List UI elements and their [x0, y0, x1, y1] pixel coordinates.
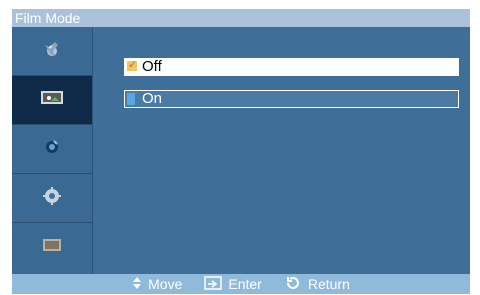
option-off[interactable]: Off [124, 57, 459, 76]
sidebar-item-sound[interactable] [12, 125, 92, 174]
content-panel: Off On [93, 27, 470, 274]
move-icon [132, 276, 142, 292]
option-on[interactable]: On [124, 90, 459, 108]
sidebar-item-setup[interactable] [12, 174, 92, 223]
multi-control-icon [41, 236, 63, 259]
move-label: Move [148, 276, 183, 292]
move-hint: Move [132, 276, 182, 292]
enter-label: Enter [228, 276, 262, 292]
option-label: Off [142, 58, 162, 75]
enter-icon [204, 275, 223, 293]
return-label: Return [307, 276, 350, 292]
navigation-hints: Move Enter Return [12, 274, 470, 294]
enter-hint: Enter [204, 275, 262, 293]
checkmark-icon [127, 57, 137, 73]
sidebar-item-picture[interactable] [12, 76, 92, 125]
setup-icon [42, 186, 62, 211]
selection-bar-icon [127, 93, 135, 105]
input-icon [41, 38, 63, 65]
sound-icon [43, 138, 61, 161]
window-title: Film Mode [12, 9, 470, 27]
return-icon [284, 275, 302, 294]
picture-icon [39, 89, 65, 112]
sidebar-item-input[interactable] [12, 27, 92, 76]
option-label: On [142, 90, 163, 107]
sidebar-item-multi-control[interactable] [12, 223, 92, 271]
sidebar [12, 27, 93, 274]
return-hint: Return [284, 275, 350, 294]
osd-frame: Film Mode ✓ Off On Move Enter Return [12, 9, 470, 294]
